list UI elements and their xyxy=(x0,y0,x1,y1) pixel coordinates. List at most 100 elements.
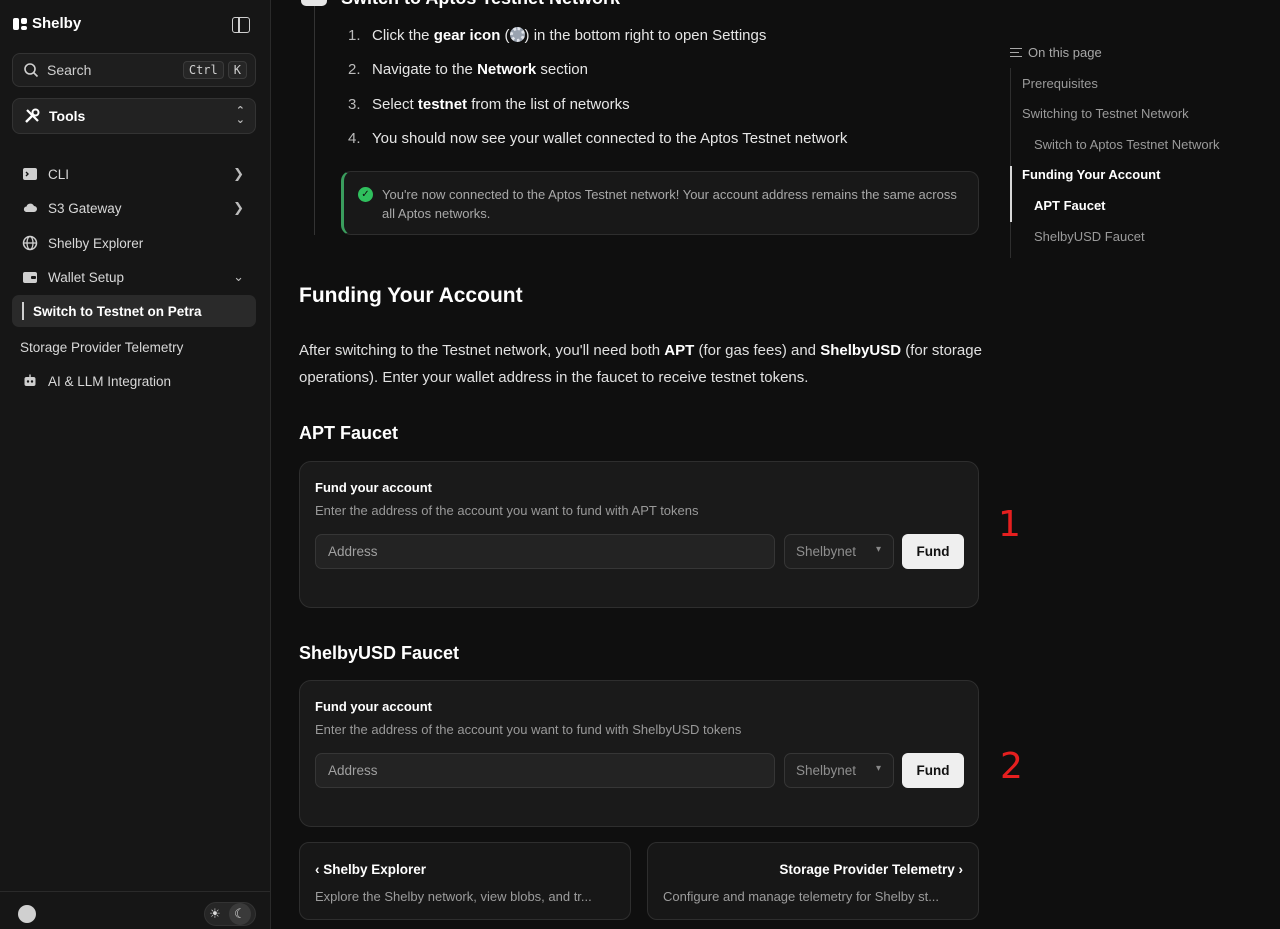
fund-button[interactable]: Fund xyxy=(902,534,964,569)
terminal-icon xyxy=(23,168,37,180)
sidebar-item-label: Shelby Explorer xyxy=(48,235,144,251)
next-title-text: Storage Provider Telemetry xyxy=(779,862,955,877)
step-item: 3. Select testnet from the list of netwo… xyxy=(348,96,847,130)
toc-item-switching[interactable]: Switching to Testnet Network xyxy=(1022,106,1189,121)
network-value: Shelbynet xyxy=(796,763,857,778)
para-text: (for gas fees) and xyxy=(694,342,821,359)
search-icon xyxy=(24,63,39,78)
cloud-icon xyxy=(23,203,37,212)
theme-toggle[interactable]: ☀ ☾ xyxy=(204,902,256,926)
toc-item-switch-aptos[interactable]: Switch to Aptos Testnet Network xyxy=(1034,137,1219,152)
step-text: You should now see your wallet connected… xyxy=(372,129,848,147)
active-indicator xyxy=(22,302,24,320)
para-bold-apt: APT xyxy=(664,342,695,359)
sidebar-item-label: AI & LLM Integration xyxy=(48,373,172,389)
sidebar-footer-divider xyxy=(0,891,271,892)
step-text-post: in the bottom right to open Settings xyxy=(529,27,767,44)
toc-item-funding[interactable]: Funding Your Account xyxy=(1022,167,1160,182)
annotation-marker-2: 2 xyxy=(1000,746,1023,787)
heading-apt-faucet: APT Faucet xyxy=(299,423,399,443)
sidebar-item-label: Switch to Testnet on Petra xyxy=(33,303,202,319)
step-text-bold: gear icon xyxy=(433,27,501,44)
sidebar-item-label: Storage Provider Telemetry xyxy=(20,339,184,355)
chevron-right-icon: ❯ xyxy=(233,166,244,181)
moon-icon[interactable]: ☾ xyxy=(228,903,251,925)
step-number: 3. xyxy=(348,95,361,113)
sidebar-item-switch-testnet[interactable]: Switch to Testnet on Petra xyxy=(12,295,256,327)
step-text: Select testnet from the list of networks xyxy=(372,96,630,113)
step-text-post: from the list of networks xyxy=(467,95,630,113)
sidebar: Shelby Search Ctrl K Tools ⌃ ⌄ CLI ❯ S3 G… xyxy=(0,0,271,929)
card-description: Enter the address of the account you wan… xyxy=(315,722,742,737)
apt-faucet-card: Fund your account Enter the address of t… xyxy=(299,461,979,608)
chevron-down-icon: ⌄ xyxy=(233,269,244,284)
globe-icon xyxy=(22,235,38,251)
tools-icon xyxy=(25,108,40,123)
sidebar-item-cli[interactable]: CLI ❯ xyxy=(12,158,256,190)
step-text: Navigate to the Network section xyxy=(372,61,588,78)
chevron-right-icon: ❯ xyxy=(233,200,244,215)
chevron-right-icon: › xyxy=(954,862,964,877)
step-text-pre: Click the xyxy=(372,27,434,44)
step-number: 4. xyxy=(348,129,361,147)
sidebar-item-ai-llm[interactable]: AI & LLM Integration xyxy=(12,365,256,397)
toc-item-shelbyusd-faucet[interactable]: ShelbyUSD Faucet xyxy=(1034,229,1145,244)
search-button[interactable]: Search Ctrl K xyxy=(12,53,256,87)
shortcut-key-k: K xyxy=(227,61,247,79)
gear-icon xyxy=(509,27,525,42)
sidebar-item-wallet-setup[interactable]: Wallet Setup ⌄ xyxy=(12,261,256,293)
prev-title-text: Shelby Explorer xyxy=(323,862,427,877)
steps-list: 1. Click the gear icon () in the bottom … xyxy=(348,27,847,164)
step-number: 1. xyxy=(348,27,361,44)
tools-label: Tools xyxy=(49,108,86,124)
next-page-title: Storage Provider Telemetry › xyxy=(779,862,963,877)
step-item: 4. You should now see your wallet connec… xyxy=(348,130,847,164)
prev-page-link[interactable]: ‹ Shelby Explorer Explore the Shelby net… xyxy=(299,842,631,920)
sidebar-item-label: CLI xyxy=(48,166,70,182)
table-of-contents: On this page Prerequisites Switching to … xyxy=(1010,0,1280,260)
sidebar-item-storage-telemetry[interactable]: Storage Provider Telemetry xyxy=(10,331,254,363)
step-text-pre: Select xyxy=(372,95,418,113)
sidebar-item-label: Wallet Setup xyxy=(48,269,125,285)
heading-shelbyusd-faucet: ShelbyUSD Faucet xyxy=(299,643,460,663)
step-text-pre: Navigate to the xyxy=(372,61,478,79)
funding-paragraph: After switching to the Testnet network, … xyxy=(299,337,989,391)
address-input[interactable]: Address xyxy=(315,534,775,569)
sidebar-item-s3-gateway[interactable]: S3 Gateway ❯ xyxy=(12,192,256,224)
success-callout: ✓ You're now connected to the Aptos Test… xyxy=(341,171,979,235)
step-badge xyxy=(301,0,327,6)
step-number: 2. xyxy=(348,61,361,79)
card-title: Fund your account xyxy=(315,480,432,495)
sun-icon[interactable]: ☀ xyxy=(209,906,221,922)
sidebar-item-label: S3 Gateway xyxy=(48,200,122,216)
card-description: Enter the address of the account you wan… xyxy=(315,503,699,518)
network-value: Shelbynet xyxy=(796,544,857,559)
github-icon[interactable] xyxy=(18,905,36,923)
wallet-icon xyxy=(23,272,37,283)
brand-logo[interactable]: Shelby xyxy=(12,15,81,32)
sidebar-toggle-icon[interactable] xyxy=(232,17,250,33)
search-label: Search xyxy=(47,62,92,78)
network-select[interactable]: Shelbynet ▾ xyxy=(784,534,894,569)
toc-item-prerequisites[interactable]: Prerequisites xyxy=(1022,76,1098,91)
shelby-logo-icon xyxy=(13,17,27,30)
toc-item-apt-faucet[interactable]: APT Faucet xyxy=(1034,198,1106,213)
brand-name: Shelby xyxy=(32,15,82,32)
section-heading-funding: Funding Your Account xyxy=(299,284,523,307)
card-title: Fund your account xyxy=(315,699,432,714)
step-text: Click the gear icon () in the bottom rig… xyxy=(372,27,767,44)
fund-button[interactable]: Fund xyxy=(902,753,964,788)
step-item: 1. Click the gear icon () in the bottom … xyxy=(348,27,847,61)
chevron-down-icon: ▾ xyxy=(875,544,881,555)
sidebar-item-shelby-explorer[interactable]: Shelby Explorer xyxy=(12,227,256,259)
address-input[interactable]: Address xyxy=(315,753,775,788)
check-circle-icon: ✓ xyxy=(358,187,373,202)
next-page-link[interactable]: Storage Provider Telemetry › Configure a… xyxy=(647,842,979,920)
toc-active-indicator xyxy=(1010,166,1012,222)
step-text-post: section xyxy=(536,61,588,79)
prev-page-desc: Explore the Shelby network, view blobs, … xyxy=(315,889,592,904)
step-item: 2. Navigate to the Network section xyxy=(348,61,847,95)
tools-selector[interactable]: Tools ⌃ ⌄ xyxy=(12,98,256,134)
chevron-down-icon: ▾ xyxy=(875,763,881,774)
network-select[interactable]: Shelbynet ▾ xyxy=(784,753,894,788)
